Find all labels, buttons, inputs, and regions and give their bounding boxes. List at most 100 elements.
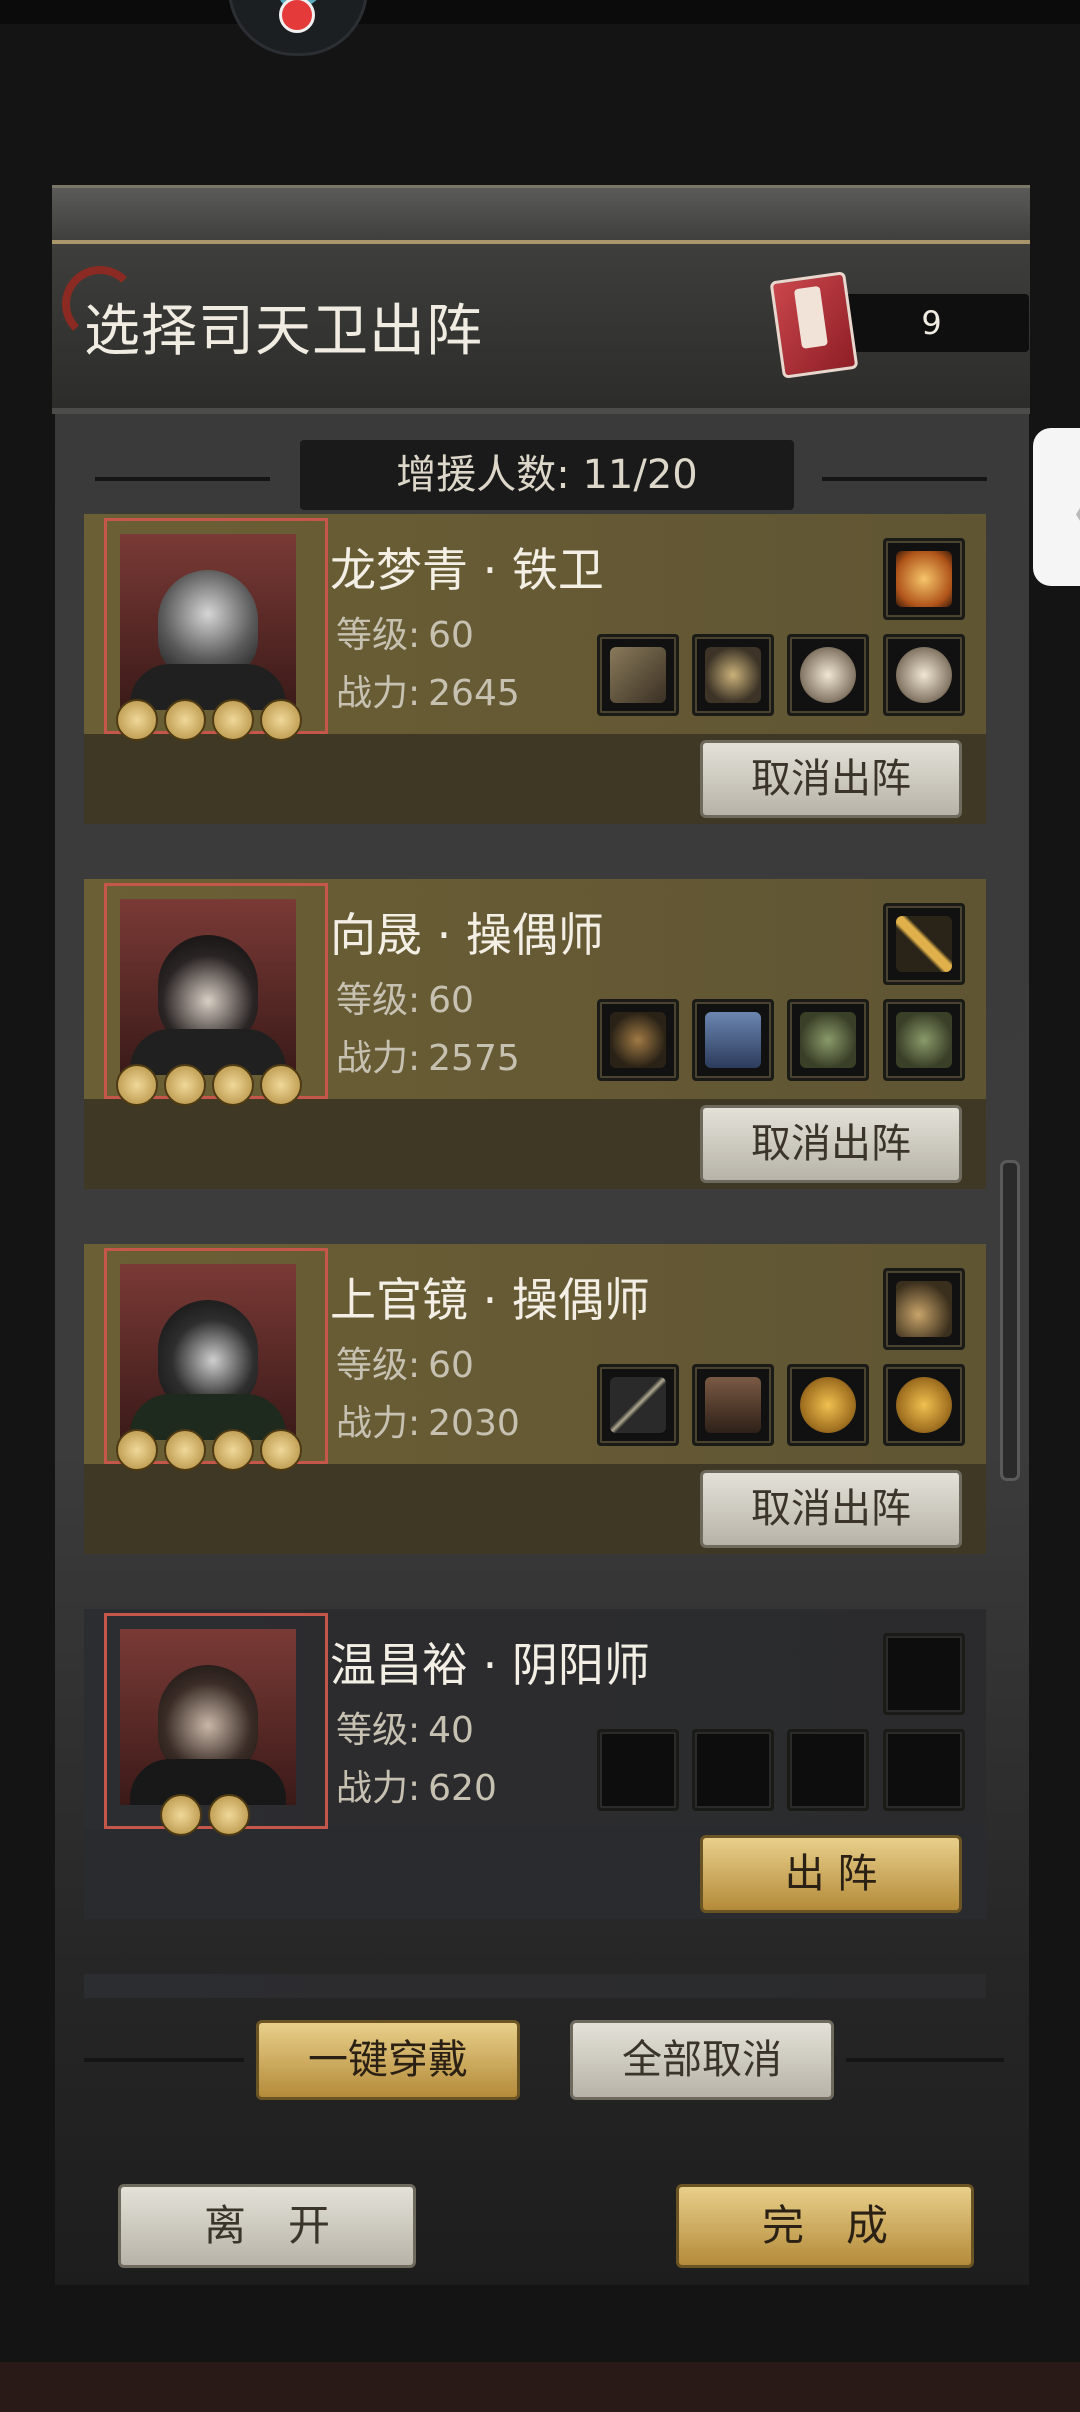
reinforcement-count: 增援人数: 11/20 (300, 440, 794, 510)
blue-robe-icon (705, 1012, 761, 1068)
cancel-deploy-button[interactable]: 取消出阵 (700, 1105, 962, 1183)
empty-gear-slot[interactable] (692, 1729, 774, 1811)
bow-icon (610, 1377, 666, 1433)
deploy-button[interactable]: 出 阵 (700, 1835, 962, 1913)
hero-level: 等级: 60 (336, 1345, 474, 1386)
weapon-slot[interactable] (883, 1268, 965, 1350)
star-icon (212, 1429, 254, 1471)
token-count: 9 (921, 304, 942, 342)
star-icon (212, 1064, 254, 1106)
gear-slot[interactable] (883, 634, 965, 716)
weapon-slot[interactable] (883, 538, 965, 620)
bottom-strip (0, 2362, 1080, 2412)
divider-left (84, 2058, 244, 2062)
gear-slot[interactable] (692, 634, 774, 716)
hero-name: 向晟 · 操偶师 (330, 908, 604, 962)
leather-coat-icon (705, 1377, 761, 1433)
star-icon (164, 699, 206, 741)
hero-card[interactable]: 上官镜 · 操偶师 等级: 60 战力: 2030 取消出阵 (84, 1244, 986, 1554)
star-rating (160, 1794, 250, 1838)
gear-slot[interactable] (692, 1364, 774, 1446)
hero-power: 战力: 2645 (336, 673, 520, 714)
amber-orb-icon (896, 551, 952, 607)
star-rating (116, 1064, 302, 1108)
star-icon (164, 1429, 206, 1471)
gear-slot[interactable] (597, 999, 679, 1081)
side-panel-tab[interactable]: 〈 (1033, 428, 1080, 586)
gear-slot[interactable] (692, 999, 774, 1081)
hero-power: 战力: 2575 (336, 1038, 520, 1079)
star-icon (116, 699, 158, 741)
hero-level: 等级: 40 (336, 1710, 474, 1751)
weapon-slot[interactable] (883, 903, 965, 985)
empty-gear-slot[interactable] (787, 1729, 869, 1811)
hero-card-partial[interactable] (84, 1974, 986, 1998)
floating-assistant-icon[interactable] (228, 0, 368, 56)
list-scrollbar[interactable] (1000, 1160, 1020, 1481)
divider-right (846, 2058, 1004, 2062)
skull-icon (800, 647, 856, 703)
divider-left (95, 477, 270, 481)
divider-right (822, 477, 987, 481)
star-icon (260, 699, 302, 741)
hammer-icon (610, 647, 666, 703)
empty-gear-slot[interactable] (597, 1729, 679, 1811)
star-icon (208, 1794, 250, 1836)
empty-gear-slot[interactable] (883, 1729, 965, 1811)
hero-level: 等级: 60 (336, 980, 474, 1021)
hero-portrait (120, 899, 296, 1075)
empty-weapon-slot[interactable] (883, 1633, 965, 1715)
golden-staff-icon (896, 916, 952, 972)
hero-power: 战力: 620 (336, 1768, 497, 1809)
star-icon (260, 1064, 302, 1106)
gear-slot[interactable] (597, 1364, 679, 1446)
hero-portrait (120, 1629, 296, 1805)
hero-level: 等级: 60 (336, 615, 474, 656)
star-icon (164, 1064, 206, 1106)
crossbow-icon (610, 1012, 666, 1068)
jade-toad-icon (896, 1012, 952, 1068)
equip-all-button[interactable]: 一键穿戴 (256, 2020, 520, 2100)
hero-portrait (120, 534, 296, 710)
done-button[interactable]: 完 成 (676, 2184, 974, 2268)
gear-slot[interactable] (883, 999, 965, 1081)
feather-icon (896, 1281, 952, 1337)
gold-coin-icon (896, 1377, 952, 1433)
star-icon (116, 1429, 158, 1471)
hero-portrait (120, 1264, 296, 1440)
cancel-deploy-button[interactable]: 取消出阵 (700, 1470, 962, 1548)
gear-slot[interactable] (883, 1364, 965, 1446)
spiked-armor-icon (705, 647, 761, 703)
star-rating (116, 1429, 302, 1473)
cancel-deploy-button[interactable]: 取消出阵 (700, 740, 962, 818)
cancel-all-button[interactable]: 全部取消 (570, 2020, 834, 2100)
token-counter: 9 (769, 271, 1029, 379)
star-icon (116, 1064, 158, 1106)
gold-coin-icon (800, 1377, 856, 1433)
gear-slot[interactable] (787, 1364, 869, 1446)
star-icon (160, 1794, 202, 1836)
skull-icon (896, 647, 952, 703)
header-rule (52, 240, 1030, 244)
hero-list[interactable]: 龙梦青 · 铁卫 等级: 60 战力: 2645 取消出阵 向晟 · 操偶师 等级:… (84, 512, 986, 1998)
notification-dot-icon (279, 0, 315, 33)
gear-slot[interactable] (787, 999, 869, 1081)
hero-card[interactable]: 向晟 · 操偶师 等级: 60 战力: 2575 取消出阵 (84, 879, 986, 1189)
gear-slot[interactable] (597, 634, 679, 716)
hero-card-top (84, 1974, 986, 1998)
hero-name: 上官镜 · 操偶师 (330, 1273, 650, 1327)
hero-name: 龙梦青 · 铁卫 (330, 543, 604, 597)
hero-card[interactable]: 温昌裕 · 阴阳师 等级: 40 战力: 620 出 阵 (84, 1609, 986, 1919)
panel-header: 选择司天卫出阵 9 (52, 185, 1030, 414)
chevron-left-icon: 〈 (1043, 472, 1080, 553)
hero-power: 战力: 2030 (336, 1403, 520, 1444)
star-icon (260, 1429, 302, 1471)
star-rating (116, 699, 302, 743)
star-icon (212, 699, 254, 741)
jade-toad-icon (800, 1012, 856, 1068)
hero-card[interactable]: 龙梦青 · 铁卫 等级: 60 战力: 2645 取消出阵 (84, 514, 986, 824)
gear-slot[interactable] (787, 634, 869, 716)
status-bar (0, 0, 1080, 24)
leave-button[interactable]: 离 开 (118, 2184, 416, 2268)
hero-name: 温昌裕 · 阴阳师 (330, 1638, 650, 1692)
